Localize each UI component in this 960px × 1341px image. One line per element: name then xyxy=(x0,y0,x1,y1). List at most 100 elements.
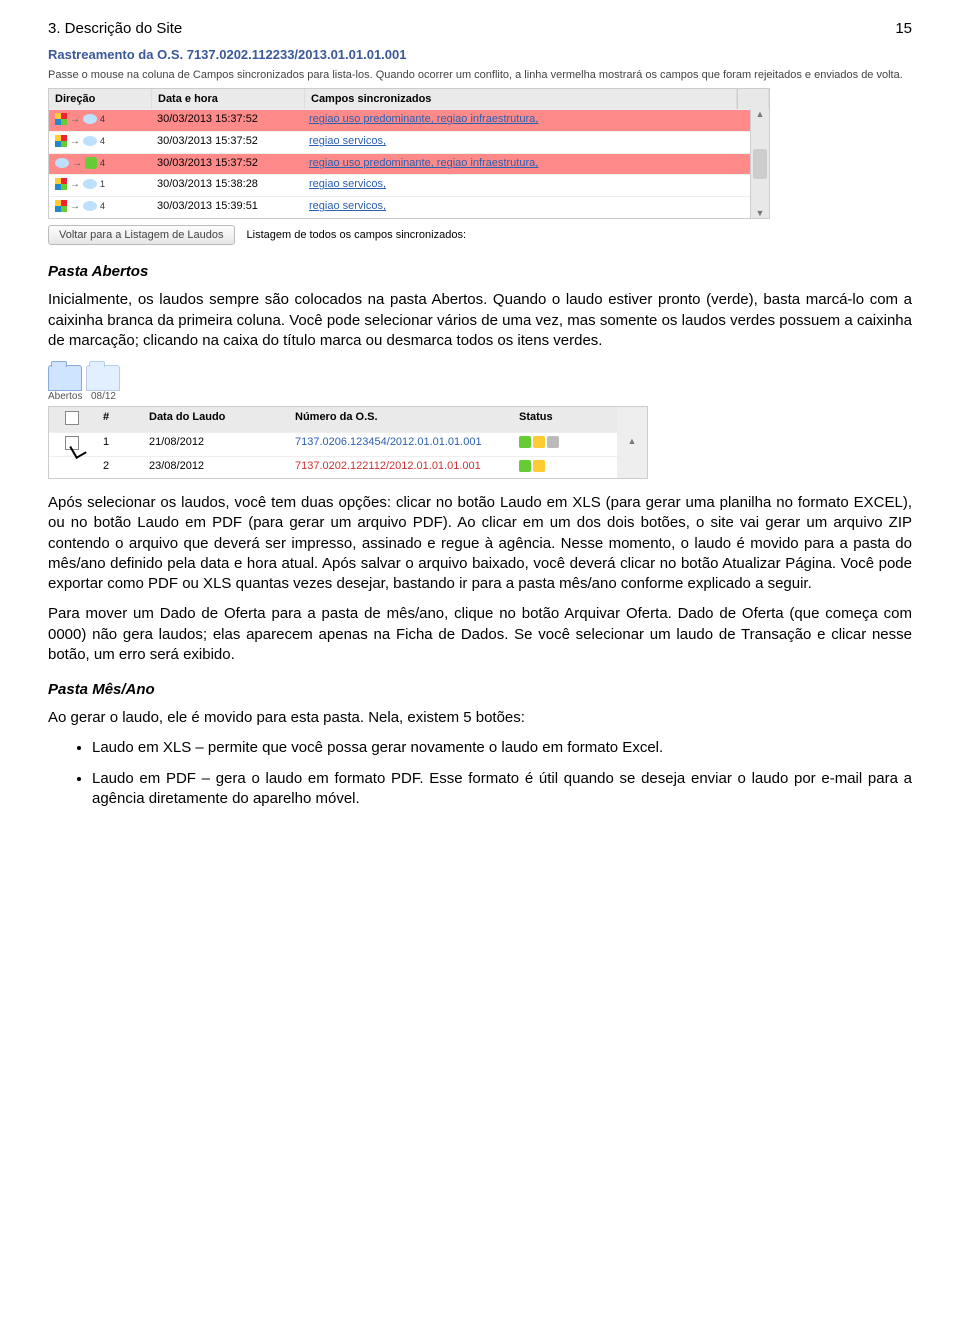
direction-icons: →4 xyxy=(55,200,105,212)
scrollbar[interactable]: ▲ ▼ xyxy=(750,109,769,218)
pasta-abertos-heading: Pasta Abertos xyxy=(48,263,912,280)
arrow-right-icon: → xyxy=(70,136,80,147)
scrollbar-header xyxy=(737,89,769,109)
cell-datetime: 30/03/2013 15:37:52 xyxy=(151,132,303,153)
status-green-icon xyxy=(519,460,531,472)
tracking-title: Rastreamento da O.S. 7137.0202.112233/20… xyxy=(48,47,912,62)
status-yellow-icon xyxy=(533,436,545,448)
col-sync-fields: Campos sincronizados xyxy=(305,89,737,109)
sync-count: 1 xyxy=(100,179,105,189)
scroll-thumb[interactable] xyxy=(753,149,767,179)
status-green-icon xyxy=(519,436,531,448)
sync-count: 4 xyxy=(100,114,105,124)
arrow-right-icon: → xyxy=(70,179,80,190)
sync-count: 4 xyxy=(100,158,105,168)
table-row[interactable]: →1 30/03/2013 15:38:28 regiao servicos, xyxy=(49,174,750,196)
pasta-mesano-heading: Pasta Mês/Ano xyxy=(48,681,912,698)
laudos-table-header: # Data do Laudo Número da O.S. Status xyxy=(49,407,647,432)
tracking-table: Direção Data e hora Campos sincronizados… xyxy=(48,88,770,219)
cell-date: 23/08/2012 xyxy=(141,457,287,478)
sync-fields-link[interactable]: regiao servicos, xyxy=(309,135,386,147)
windows-icon xyxy=(55,178,67,190)
status-icons xyxy=(519,460,545,472)
col-direction: Direção xyxy=(49,89,152,109)
scrollbar-header xyxy=(617,407,647,432)
page-header: 3. Descrição do Site 15 xyxy=(48,20,912,37)
windows-icon xyxy=(55,200,67,212)
sync-count: 4 xyxy=(100,136,105,146)
arrow-right-icon: → xyxy=(70,201,80,212)
direction-icons: →4 xyxy=(55,113,105,125)
cloud-icon xyxy=(83,136,97,146)
pasta-mesano-intro: Ao gerar o laudo, ele é movido para esta… xyxy=(48,708,912,728)
cell-date: 21/08/2012 xyxy=(141,433,287,456)
windows-icon xyxy=(55,113,67,125)
cell-index: 2 xyxy=(95,457,141,478)
cloud-icon xyxy=(83,114,97,124)
scrollbar[interactable]: ▲ xyxy=(617,433,647,456)
select-all-checkbox[interactable] xyxy=(65,411,79,425)
sync-count: 4 xyxy=(100,201,105,211)
os-number-link[interactable]: 7137.0202.122112/2012.01.01.01.001 xyxy=(295,460,481,472)
cell-datetime: 30/03/2013 15:38:28 xyxy=(151,175,303,196)
direction-icons: →4 xyxy=(55,157,105,169)
sync-fields-link[interactable]: regiao uso predominante, regiao infraest… xyxy=(309,157,538,169)
status-gray-icon xyxy=(547,436,559,448)
section-title: 3. Descrição do Site xyxy=(48,20,182,37)
tracking-screenshot: Rastreamento da O.S. 7137.0202.112233/20… xyxy=(48,47,912,245)
back-to-list-button[interactable]: Voltar para a Listagem de Laudos xyxy=(48,225,235,245)
folder-tab-abertos[interactable]: Abertos xyxy=(48,365,82,402)
laudos-table: # Data do Laudo Número da O.S. Status 1 … xyxy=(48,406,648,479)
sync-fields-link[interactable]: regiao servicos, xyxy=(309,200,386,212)
col-index: # xyxy=(95,407,141,432)
arrow-right-icon: → xyxy=(72,158,82,169)
table-row[interactable]: 1 21/08/2012 7137.0206.123454/2012.01.01… xyxy=(49,432,647,456)
scroll-up-icon[interactable]: ▲ xyxy=(625,436,639,446)
scroll-down-icon[interactable]: ▼ xyxy=(751,208,769,218)
move-offer-paragraph: Para mover um Dado de Oferta para a past… xyxy=(48,604,912,665)
windows-icon xyxy=(55,135,67,147)
scrollbar[interactable] xyxy=(617,457,647,478)
folder-icon xyxy=(86,365,120,391)
cell-datetime: 30/03/2013 15:37:52 xyxy=(151,154,303,174)
folder-tabs: Abertos 08/12 xyxy=(48,365,648,402)
col-laudo-date: Data do Laudo xyxy=(141,407,287,432)
table-row[interactable]: →4 30/03/2013 15:37:52 regiao uso predom… xyxy=(49,109,750,131)
table-row[interactable]: →4 30/03/2013 15:37:52 regiao uso predom… xyxy=(49,153,750,174)
table-row[interactable]: 2 23/08/2012 7137.0202.122112/2012.01.01… xyxy=(49,456,647,478)
folder-icon xyxy=(48,365,82,391)
tracking-description: Passe o mouse na coluna de Campos sincro… xyxy=(48,68,912,82)
pasta-abertos-paragraph: Inicialmente, os laudos sempre são coloc… xyxy=(48,290,912,351)
cell-datetime: 30/03/2013 15:39:51 xyxy=(151,197,303,218)
direction-icons: →4 xyxy=(55,135,105,147)
col-datetime: Data e hora xyxy=(152,89,305,109)
tracking-table-header: Direção Data e hora Campos sincronizados xyxy=(49,89,769,109)
page-number: 15 xyxy=(895,20,912,37)
folder-tab-label: 08/12 xyxy=(91,391,116,402)
direction-icons: →1 xyxy=(55,178,105,190)
all-sync-fields-label: Listagem de todos os campos sincronizado… xyxy=(247,229,467,241)
device-icon xyxy=(85,157,97,169)
sync-fields-link[interactable]: regiao uso predominante, regiao infraest… xyxy=(309,113,538,125)
mesano-bullet-list: Laudo em XLS – permite que você possa ge… xyxy=(48,738,912,809)
arrow-right-icon: → xyxy=(70,114,80,125)
list-item: Laudo em XLS – permite que você possa ge… xyxy=(92,738,912,758)
scroll-up-icon[interactable]: ▲ xyxy=(751,109,769,119)
col-status: Status xyxy=(511,407,617,432)
cell-index: 1 xyxy=(95,433,141,456)
row-checkbox[interactable] xyxy=(65,436,79,450)
status-yellow-icon xyxy=(533,460,545,472)
folder-tab-month[interactable]: 08/12 xyxy=(86,365,120,402)
col-os-number: Número da O.S. xyxy=(287,407,511,432)
cloud-icon xyxy=(83,201,97,211)
cloud-icon xyxy=(55,158,69,168)
os-number-link[interactable]: 7137.0206.123454/2012.01.01.01.001 xyxy=(295,436,482,448)
table-row[interactable]: →4 30/03/2013 15:39:51 regiao servicos, xyxy=(49,196,750,218)
table-row[interactable]: →4 30/03/2013 15:37:52 regiao servicos, xyxy=(49,131,750,153)
cloud-icon xyxy=(83,179,97,189)
post-selection-paragraph: Após selecionar os laudos, você tem duas… xyxy=(48,493,912,594)
abertos-screenshot: Abertos 08/12 # Data do Laudo Número da … xyxy=(48,365,648,479)
sync-fields-link[interactable]: regiao servicos, xyxy=(309,178,386,190)
cell-datetime: 30/03/2013 15:37:52 xyxy=(151,110,303,131)
status-icons xyxy=(519,436,559,448)
